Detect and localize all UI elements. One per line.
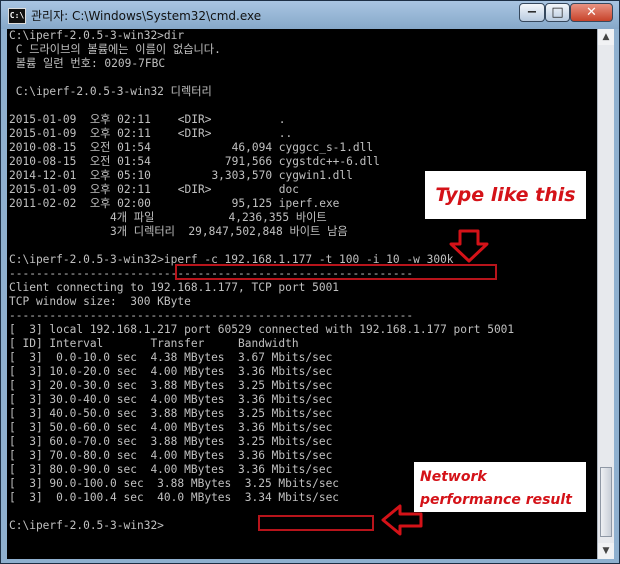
console-line: 2010-08-15 오전 01:54 46,094 cyggcc_s-1.dl… — [9, 141, 374, 154]
result-highlight-box — [258, 515, 374, 531]
close-icon: ✕ — [586, 5, 597, 20]
vertical-scrollbar[interactable]: ▲ ▼ — [597, 29, 614, 559]
cmd-window: C:\ 관리자: C:\Windows\System32\cmd.exe − □… — [0, 0, 620, 564]
console-line: 2010-08-15 오전 01:54 791,566 cygstdc++-6.… — [9, 155, 380, 168]
result-hint-callout: Network performance result — [414, 462, 586, 512]
console-line: [ 3] local 192.168.1.217 port 60529 conn… — [9, 323, 515, 336]
console-line: [ 3] 50.0-60.0 sec 4.00 MBytes 3.36 Mbit… — [9, 421, 333, 434]
console-line: [ 3] 70.0-80.0 sec 4.00 MBytes 3.36 Mbit… — [9, 449, 333, 462]
console-line: [ 3] 40.0-50.0 sec 3.88 MBytes 3.25 Mbit… — [9, 407, 333, 420]
console-line: [ 3] 80.0-90.0 sec 4.00 MBytes 3.36 Mbit… — [9, 463, 333, 476]
console-line: 4개 파일 4,236,355 바이트 — [9, 211, 327, 224]
console-line: 3개 디렉터리 29,847,502,848 바이트 남음 — [9, 225, 348, 238]
window-title: 관리자: C:\Windows\System32\cmd.exe — [31, 9, 262, 23]
minimize-icon: − — [526, 5, 538, 20]
console-line: [ 3] 60.0-70.0 sec 3.88 MBytes 3.25 Mbit… — [9, 435, 333, 448]
type-hint-callout: Type like this — [425, 171, 586, 219]
prompt-line: C:\iperf-2.0.5-3-win32> — [9, 519, 164, 532]
console-line: 2014-12-01 오후 05:10 3,303,570 cygwin1.dl… — [9, 169, 353, 182]
maximize-button[interactable]: □ — [545, 3, 570, 22]
close-button[interactable]: ✕ — [570, 3, 613, 22]
console-line: [ ID] Interval Transfer Bandwidth — [9, 337, 299, 350]
console-line: 볼륨 일련 번호: 0209-7FBC — [9, 57, 166, 70]
console-line: C 드라이브의 볼륨에는 이름이 없습니다. — [9, 43, 221, 56]
title-bar[interactable]: C:\ 관리자: C:\Windows\System32\cmd.exe − □… — [1, 1, 619, 29]
console-line: C:\iperf-2.0.5-3-win32 디렉터리 — [9, 85, 212, 98]
console-line: C:\iperf-2.0.5-3-win32>dir — [9, 29, 185, 42]
scroll-down-icon[interactable]: ▼ — [598, 543, 614, 559]
console-line: 2015-01-09 오후 02:11 <DIR> . — [9, 113, 286, 126]
console-line: [ 3] 0.0-10.0 sec 4.38 MBytes 3.67 Mbits… — [9, 351, 333, 364]
console-line: [ 3] 10.0-20.0 sec 4.00 MBytes 3.36 Mbit… — [9, 365, 333, 378]
console-line: Client connecting to 192.168.1.177, TCP … — [9, 281, 340, 294]
minimize-button[interactable]: − — [519, 3, 545, 22]
cmd-app-icon: C:\ — [8, 8, 26, 24]
console-line: 2015-01-09 오후 02:11 <DIR> .. — [9, 127, 293, 140]
console-line: [ 3] 30.0-40.0 sec 4.00 MBytes 3.36 Mbit… — [9, 393, 333, 406]
result-line: [ 3] 0.0-100.4 sec 40.0 MBytes 3.34 Mbit… — [9, 491, 340, 504]
console-line: 2015-01-09 오후 02:11 <DIR> doc — [9, 183, 300, 196]
command-highlight-box — [175, 264, 497, 280]
console-line: TCP window size: 300 KByte — [9, 295, 191, 308]
maximize-icon: □ — [551, 5, 564, 20]
console-line: ----------------------------------------… — [9, 309, 414, 322]
scroll-thumb[interactable] — [600, 467, 612, 537]
console-line: [ 3] 90.0-100.0 sec 3.88 MBytes 3.25 Mbi… — [9, 477, 340, 490]
console-line: [ 3] 20.0-30.0 sec 3.88 MBytes 3.25 Mbit… — [9, 379, 333, 392]
scroll-up-icon[interactable]: ▲ — [598, 29, 614, 45]
left-arrow-icon — [381, 504, 423, 536]
console-line: 2011-02-02 오후 02:00 95,125 iperf.exe — [9, 197, 340, 210]
down-arrow-icon — [449, 229, 489, 263]
